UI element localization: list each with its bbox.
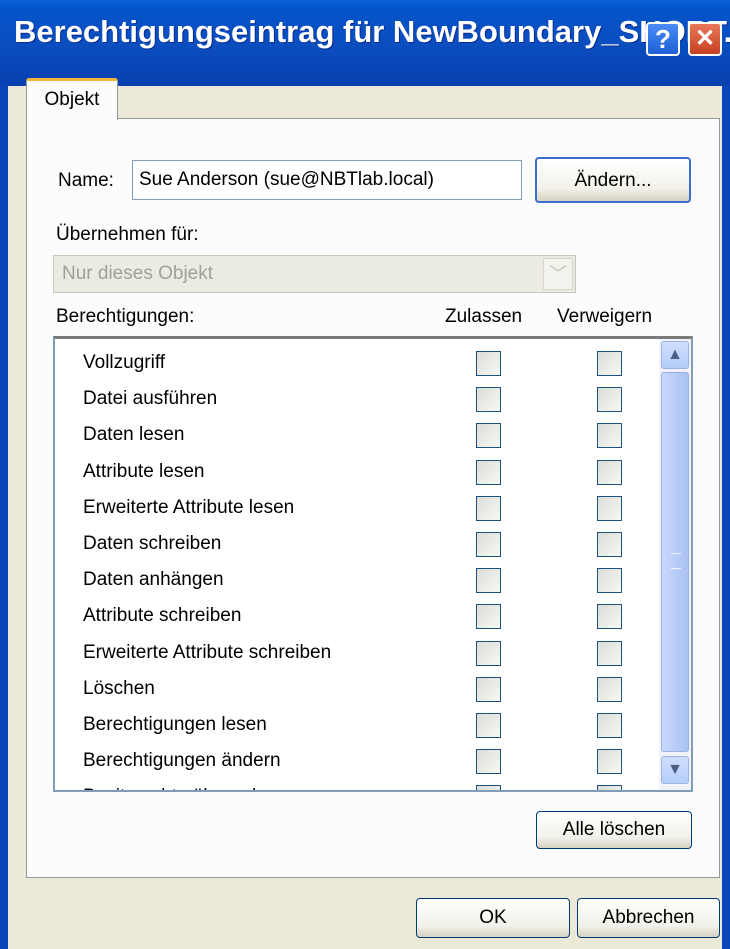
permission-row: Daten anhängen — [55, 566, 655, 602]
change-button[interactable]: Ändern... — [535, 157, 691, 203]
deny-checkbox[interactable] — [597, 387, 622, 413]
allow-checkbox[interactable] — [476, 532, 501, 557]
permission-row: Vollzugriff — [55, 349, 655, 385]
chevron-down-icon: ﹀ — [543, 258, 573, 290]
allow-checkbox[interactable] — [476, 749, 501, 775]
permission-label: Besitzrechte übernehmen — [83, 786, 300, 790]
permission-label: Berechtigungen lesen — [83, 714, 267, 735]
permission-label: Löschen — [83, 677, 155, 699]
deny-header: Verweigern — [557, 306, 653, 327]
permission-row: Besitzrechte übernehmen — [55, 783, 655, 790]
permission-label: Datei ausführen — [83, 388, 218, 410]
deny-checkbox[interactable] — [597, 495, 622, 521]
deny-checkbox[interactable] — [597, 532, 622, 557]
permissions-header: Berechtigungen: — [56, 306, 195, 327]
permission-row: Attribute schreiben — [55, 602, 655, 638]
deny-checkbox[interactable] — [597, 676, 622, 702]
help-button[interactable]: ? — [646, 22, 680, 56]
window-title: Berechtigungseintrag für NewBoundary_SHO… — [14, 14, 730, 49]
deny-checkbox[interactable] — [597, 785, 622, 790]
chevron-down-icon: ▼ — [667, 761, 683, 778]
allow-checkbox[interactable] — [476, 423, 501, 449]
permission-row: Berechtigungen ändern — [55, 747, 655, 783]
permission-row: Daten schreiben — [55, 530, 655, 566]
scroll-thumb[interactable] — [661, 372, 689, 752]
deny-checkbox[interactable] — [597, 604, 622, 630]
permission-row: Erweiterte Attribute lesen — [55, 494, 655, 530]
deny-checkbox[interactable] — [597, 640, 622, 666]
apply-to-label: Übernehmen für: — [56, 224, 199, 245]
permission-label: Daten lesen — [83, 424, 185, 446]
window-border-left — [0, 86, 8, 949]
permissions-list[interactable]: Vollzugriff Datei ausführen Daten lesen Att… — [53, 336, 693, 792]
close-icon: ✕ — [694, 25, 716, 52]
apply-to-value: Nur dieses Objekt — [62, 263, 214, 284]
title-bar[interactable]: Berechtigungseintrag für NewBoundary_SHO… — [0, 0, 730, 86]
deny-checkbox[interactable] — [597, 423, 622, 449]
permission-row: Erweiterte Attribute schreiben — [55, 639, 655, 675]
cancel-button[interactable]: Abbrechen — [577, 898, 720, 938]
help-icon: ? — [655, 24, 671, 54]
allow-header: Zulassen — [445, 306, 523, 327]
scroll-up-button[interactable]: ▲ — [661, 341, 689, 369]
permission-label: Erweiterte Attribute lesen — [83, 496, 295, 518]
allow-checkbox[interactable] — [476, 495, 501, 521]
ok-button[interactable]: OK — [416, 898, 570, 938]
scrollbar[interactable]: ▲ ▼ — [659, 339, 691, 790]
allow-checkbox[interactable] — [476, 387, 501, 413]
permission-row: Datei ausführen — [55, 385, 655, 421]
deny-checkbox[interactable] — [597, 459, 622, 485]
allow-checkbox[interactable] — [476, 713, 501, 738]
chevron-up-icon: ▲ — [667, 346, 683, 363]
permission-row: Löschen — [55, 675, 655, 711]
deny-checkbox[interactable] — [597, 749, 622, 775]
allow-checkbox[interactable] — [476, 785, 501, 790]
tab-objekt[interactable]: Objekt — [26, 78, 118, 120]
permission-row: Berechtigungen lesen — [55, 711, 655, 747]
tab-label: Objekt — [44, 89, 100, 110]
permission-label: Daten anhängen — [83, 569, 224, 591]
deny-checkbox[interactable] — [597, 713, 622, 738]
close-button[interactable]: ✕ — [688, 22, 722, 56]
allow-checkbox[interactable] — [476, 640, 501, 666]
scroll-down-button[interactable]: ▼ — [661, 756, 689, 784]
allow-checkbox[interactable] — [476, 676, 501, 702]
permission-label: Vollzugriff — [83, 352, 166, 373]
window-border-right — [722, 86, 730, 949]
deny-checkbox[interactable] — [597, 568, 622, 594]
clear-all-button[interactable]: Alle löschen — [536, 811, 692, 849]
allow-checkbox[interactable] — [476, 568, 501, 594]
grip-icon — [671, 553, 681, 569]
apply-to-dropdown: Nur dieses Objekt ﹀ — [53, 255, 576, 293]
name-field[interactable]: Sue Anderson (sue@NBTlab.local) — [132, 160, 522, 200]
permission-label: Berechtigungen ändern — [83, 750, 281, 772]
permission-label: Attribute schreiben — [83, 605, 242, 627]
permission-label: Erweiterte Attribute schreiben — [83, 641, 332, 663]
allow-checkbox[interactable] — [476, 351, 501, 376]
allow-checkbox[interactable] — [476, 459, 501, 485]
permission-label: Daten schreiben — [83, 533, 222, 554]
permission-label: Attribute lesen — [83, 460, 205, 482]
permission-row: Daten lesen — [55, 421, 655, 457]
deny-checkbox[interactable] — [597, 351, 622, 376]
allow-checkbox[interactable] — [476, 604, 501, 630]
name-label: Name: — [58, 170, 114, 191]
permission-row: Attribute lesen — [55, 458, 655, 494]
